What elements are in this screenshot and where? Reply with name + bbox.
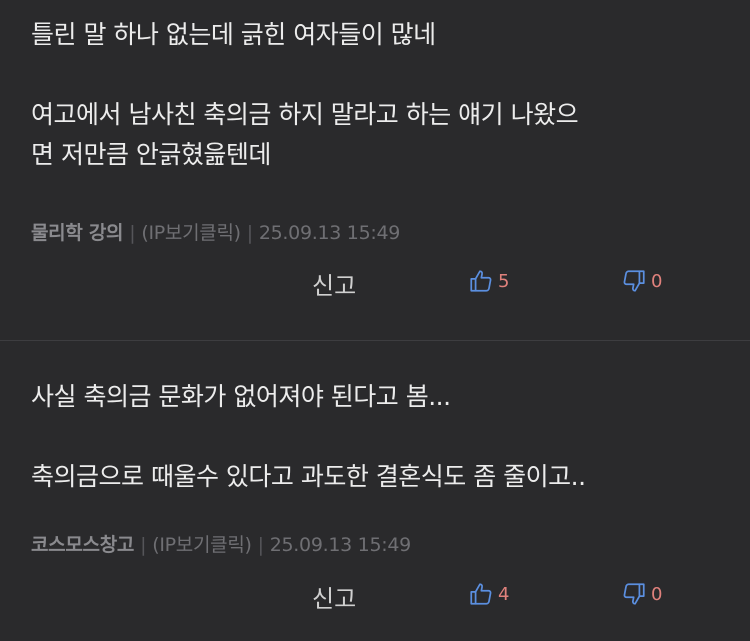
upvote-count: 5 <box>498 270 510 292</box>
comment-actions: 신고 4 0 <box>0 577 750 617</box>
comment-actions: 신고 5 0 <box>0 264 750 304</box>
meta-separator: | <box>129 222 136 244</box>
ip-view-link[interactable]: (IP보기클릭) <box>141 222 241 244</box>
downvote-count: 0 <box>651 270 663 292</box>
comment-timestamp: 25.09.13 15:49 <box>258 222 401 244</box>
comment-meta: 물리학 강의 | (IP보기클릭) | 25.09.13 15:49 <box>31 218 400 245</box>
comment-timestamp: 25.09.13 15:49 <box>269 534 412 556</box>
meta-separator: | <box>246 222 253 244</box>
comment-body: 틀린 말 하나 없는데 긁힌 여자들이 많네 여고에서 남사친 축의금 하지 말… <box>31 20 579 169</box>
report-button[interactable]: 신고 <box>312 266 356 301</box>
downvote-count: 0 <box>651 583 663 605</box>
meta-separator: | <box>257 534 264 556</box>
downvote-button[interactable]: 0 <box>621 581 662 607</box>
thumbs-down-icon <box>621 581 647 607</box>
ip-view-link[interactable]: (IP보기클릭) <box>152 534 252 556</box>
comment-author[interactable]: 물리학 강의 <box>31 222 124 244</box>
comment-author[interactable]: 코스모스창고 <box>31 534 134 556</box>
comment-item: 틀린 말 하나 없는데 긁힌 여자들이 많네 여고에서 남사친 축의금 하지 말… <box>0 0 750 340</box>
downvote-button[interactable]: 0 <box>621 268 662 294</box>
upvote-button[interactable]: 4 <box>468 581 509 607</box>
comment-divider <box>0 340 750 341</box>
comment-body: 사실 축의금 문화가 없어져야 된다고 봄... 축의금으로 때울수 있다고 과… <box>31 382 586 491</box>
thumbs-up-icon <box>468 581 494 607</box>
upvote-button[interactable]: 5 <box>468 268 509 294</box>
thumbs-up-icon <box>468 268 494 294</box>
comment-meta: 코스모스창고 | (IP보기클릭) | 25.09.13 15:49 <box>31 530 411 557</box>
report-button[interactable]: 신고 <box>312 579 356 614</box>
meta-separator: | <box>140 534 147 556</box>
thumbs-down-icon <box>621 268 647 294</box>
upvote-count: 4 <box>498 583 510 605</box>
